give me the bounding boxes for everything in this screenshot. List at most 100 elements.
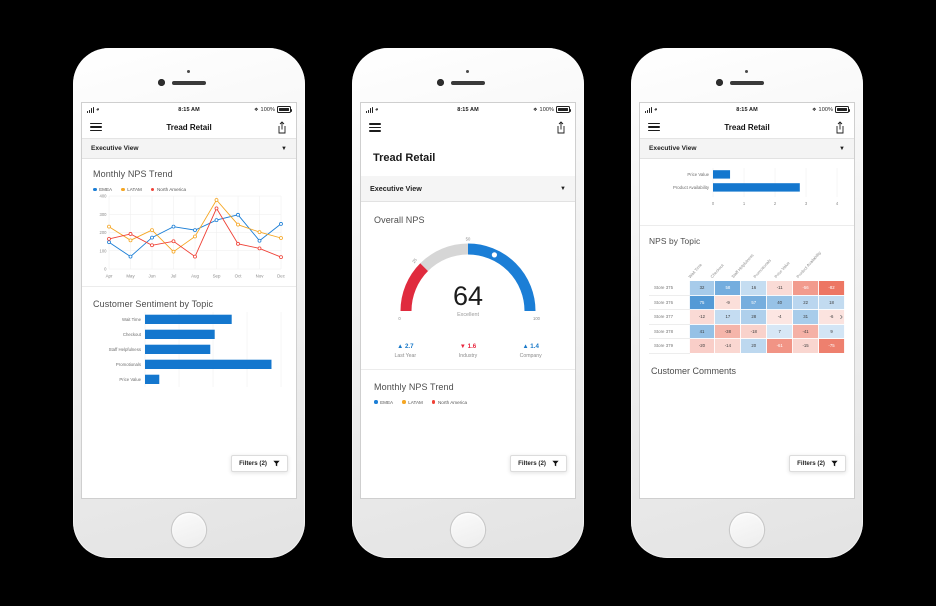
filters-button[interactable]: Filters (2) xyxy=(231,455,288,472)
heatmap-cell[interactable]: -38 xyxy=(714,323,742,339)
proximity-sensor-icon xyxy=(187,70,190,73)
bar-chart-topic-partial[interactable]: Price Value Product Availability 0 1 2 3 4 xyxy=(651,164,843,219)
heatmap-cell[interactable]: -41 xyxy=(792,323,820,339)
heatmap-cell[interactable]: 58 xyxy=(714,280,742,296)
heatmap-row: Store 377 -12 17 28 -4 31 -6 xyxy=(649,309,845,325)
heatmap-col-header: Promotionals xyxy=(751,257,772,279)
phone-1-top-hardware xyxy=(73,48,305,102)
gauge-comparisons: ▲ 2.7 Last Year ▼ 1.6 Industry ▲ 1.4 Com… xyxy=(374,343,562,363)
line-chart-monthly-nps-trend[interactable]: 0 100 200 300 400 Apr May Jun Jul Aug Sep Oct Nov Dec xyxy=(93,192,286,280)
chevron-down-icon: ▼ xyxy=(281,145,287,152)
wifi-icon: ◕ xyxy=(653,106,658,113)
bar-chart-customer-sentiment[interactable]: Wait Time Checkout Staff Helpfulness Promot… xyxy=(93,309,285,387)
heatmap-cell[interactable]: 16 xyxy=(740,280,768,296)
svg-text:0: 0 xyxy=(712,201,715,206)
heatmap-cell[interactable]: 17 xyxy=(714,309,742,325)
heatmap-cell[interactable]: -18 xyxy=(740,323,768,339)
gauge-chart-overall-nps[interactable]: 0 25 50 100 64Excellent xyxy=(374,225,562,333)
status-bar: ◕ 8:15 AM ❖ 100% xyxy=(361,103,575,116)
hamburger-icon[interactable] xyxy=(90,122,102,132)
legend-item: LATAM xyxy=(121,187,142,192)
svg-text:Jun: Jun xyxy=(148,274,156,279)
legend-item: North America xyxy=(150,187,186,192)
view-selector-label: Executive View xyxy=(649,145,697,152)
heatmap-cell[interactable]: -56 xyxy=(792,280,820,296)
heatmap-cell[interactable]: -11 xyxy=(766,280,794,296)
heatmap-cell[interactable]: -12 xyxy=(688,309,716,325)
heatmap-cell[interactable]: -20 xyxy=(688,338,716,354)
hamburger-icon[interactable] xyxy=(369,123,381,132)
legend-item: EMEA xyxy=(93,187,112,192)
heatmap-row-label: Store 379 xyxy=(649,338,689,354)
filters-label: Filters (2) xyxy=(239,460,267,467)
heatmap-cell[interactable]: 41 xyxy=(688,323,716,339)
view-selector[interactable]: Executive View ▼ xyxy=(640,139,854,159)
heatmap-cell[interactable]: 18 xyxy=(818,294,845,310)
comparison-label: Industry xyxy=(458,352,478,359)
heatmap-cell[interactable]: 40 xyxy=(766,294,794,310)
svg-text:0: 0 xyxy=(104,267,107,272)
trend-down-icon: ▼ xyxy=(459,343,466,350)
comparison-label: Company xyxy=(519,352,542,359)
heatmap-cell[interactable]: -15 xyxy=(792,338,820,354)
legend-item: EMEA xyxy=(374,400,393,405)
screenshot-stage: ◕ 8:15 AM ❖ 100% Tread Retail Executive … xyxy=(0,0,936,606)
svg-text:25: 25 xyxy=(411,257,418,264)
trend-up-icon: ▲ xyxy=(522,343,529,350)
svg-text:Promotionals: Promotionals xyxy=(116,362,141,367)
funnel-icon xyxy=(552,460,559,467)
chevron-right-icon[interactable]: › xyxy=(840,311,843,322)
hamburger-icon[interactable] xyxy=(648,122,660,132)
heatmap-cell[interactable]: 22 xyxy=(792,294,820,310)
share-icon[interactable] xyxy=(276,120,288,134)
filters-button[interactable]: Filters (2) xyxy=(510,455,567,472)
card-title: NPS by Topic xyxy=(649,236,701,246)
heatmap-cell[interactable]: -9 xyxy=(714,294,742,310)
earpiece-speaker xyxy=(172,81,206,85)
heatmap-cell[interactable]: 20 xyxy=(740,338,768,354)
legend-label: EMEA xyxy=(380,399,394,405)
page-title: Tread Retail xyxy=(166,122,212,132)
share-icon[interactable] xyxy=(834,120,846,134)
bluetooth-icon: ❖ xyxy=(532,106,538,113)
heatmap-table[interactable]: Store 375 32 58 16 -11 -56 -82 Store 376 75 -9 57 4… xyxy=(649,280,845,354)
heatmap-cell[interactable]: 32 xyxy=(688,280,716,296)
comparison-industry: ▼ 1.6 Industry xyxy=(437,343,500,359)
heatmap-cell[interactable]: 57 xyxy=(740,294,768,310)
card-topic-bar-partial: Price Value Product Availability 0 1 2 3 4 xyxy=(640,159,854,226)
heatmap-cell[interactable]: -61 xyxy=(766,338,794,354)
status-time: 8:15 AM xyxy=(736,106,758,113)
heatmap-row: Store 375 32 58 16 -11 -56 -82 xyxy=(649,280,845,296)
svg-text:300: 300 xyxy=(100,212,108,217)
filters-button[interactable]: Filters (2) xyxy=(789,455,846,472)
front-camera-icon xyxy=(437,79,444,86)
heatmap-cell[interactable]: 31 xyxy=(792,309,820,325)
trend-up-icon: ▲ xyxy=(397,343,404,350)
view-selector[interactable]: Executive View ▼ xyxy=(82,139,296,159)
view-selector[interactable]: Executive View ▼ xyxy=(361,176,575,202)
home-button[interactable] xyxy=(451,513,485,547)
earpiece-speaker xyxy=(451,81,485,85)
svg-text:Wait Time: Wait Time xyxy=(122,317,142,322)
battery-percent: 100% xyxy=(539,106,554,113)
heatmap-cell[interactable]: -4 xyxy=(766,309,794,325)
wifi-icon: ◕ xyxy=(374,106,379,113)
heatmap-cell[interactable]: -75 xyxy=(818,338,845,354)
home-button[interactable] xyxy=(172,513,206,547)
heatmap-cell[interactable]: -14 xyxy=(714,338,742,354)
heatmap-cell[interactable]: 28 xyxy=(740,309,768,325)
home-button[interactable] xyxy=(730,513,764,547)
heatmap-cell[interactable]: 9 xyxy=(818,323,845,339)
phone-2-screen: ◕ 8:15 AM ❖ 100% Tread Retail Executive … xyxy=(361,103,575,498)
cellular-signal-icon xyxy=(366,106,373,113)
heatmap-cell[interactable]: 7 xyxy=(766,323,794,339)
share-icon[interactable] xyxy=(555,121,567,134)
legend-label: EMEA xyxy=(99,187,113,192)
heatmap-cell[interactable]: -82 xyxy=(818,280,845,296)
heatmap-row: Store 376 75 -9 57 40 22 18 xyxy=(649,294,845,310)
phone-1-navbar: Tread Retail xyxy=(82,116,296,139)
heatmap-row: Store 378 41 -38 -18 7 -41 9 xyxy=(649,323,845,339)
cellular-signal-icon xyxy=(87,106,94,113)
heatmap-cell[interactable]: 75 xyxy=(688,294,716,310)
status-time: 8:15 AM xyxy=(457,106,479,113)
